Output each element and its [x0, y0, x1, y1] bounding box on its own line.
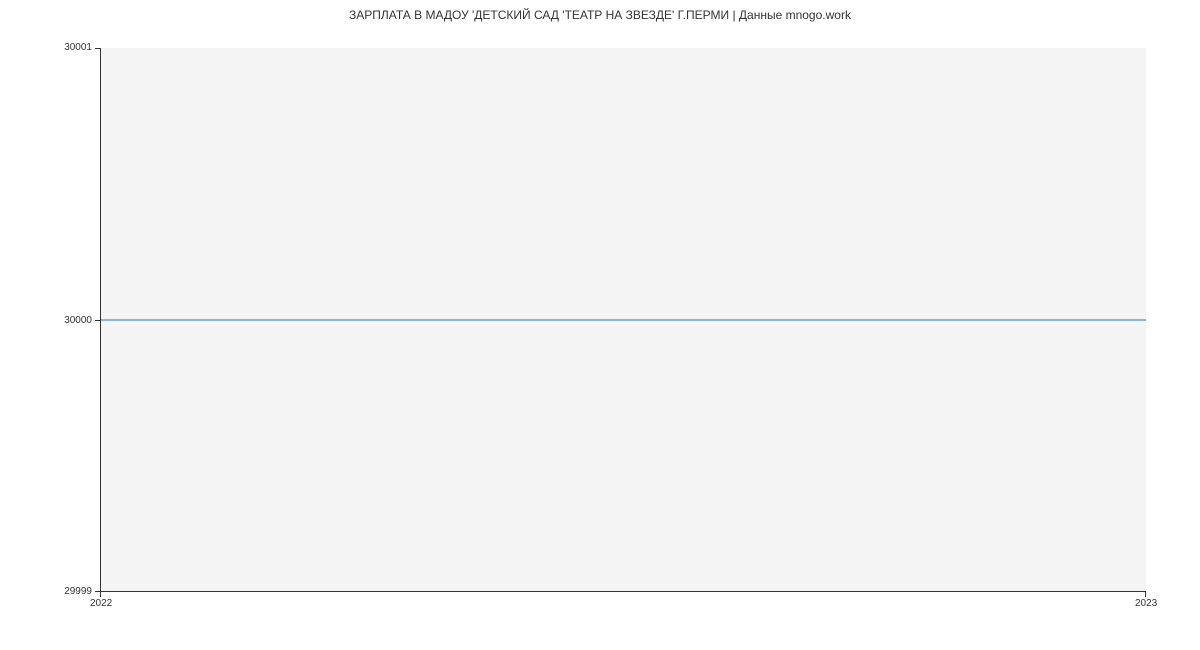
y-axis-tick [95, 320, 100, 321]
x-axis-label: 2023 [1135, 598, 1157, 609]
data-line [101, 319, 1146, 320]
plot-area [100, 48, 1146, 592]
y-axis-tick [95, 48, 100, 49]
y-axis-label: 30000 [52, 315, 92, 326]
x-axis-tick [100, 592, 101, 597]
x-axis-label: 2022 [90, 598, 112, 609]
y-axis-label: 29999 [52, 586, 92, 597]
y-axis-label: 30001 [52, 42, 92, 53]
x-axis-tick [1145, 592, 1146, 597]
chart-title: ЗАРПЛАТА В МАДОУ 'ДЕТСКИЙ САД 'ТЕАТР НА … [0, 8, 1200, 22]
